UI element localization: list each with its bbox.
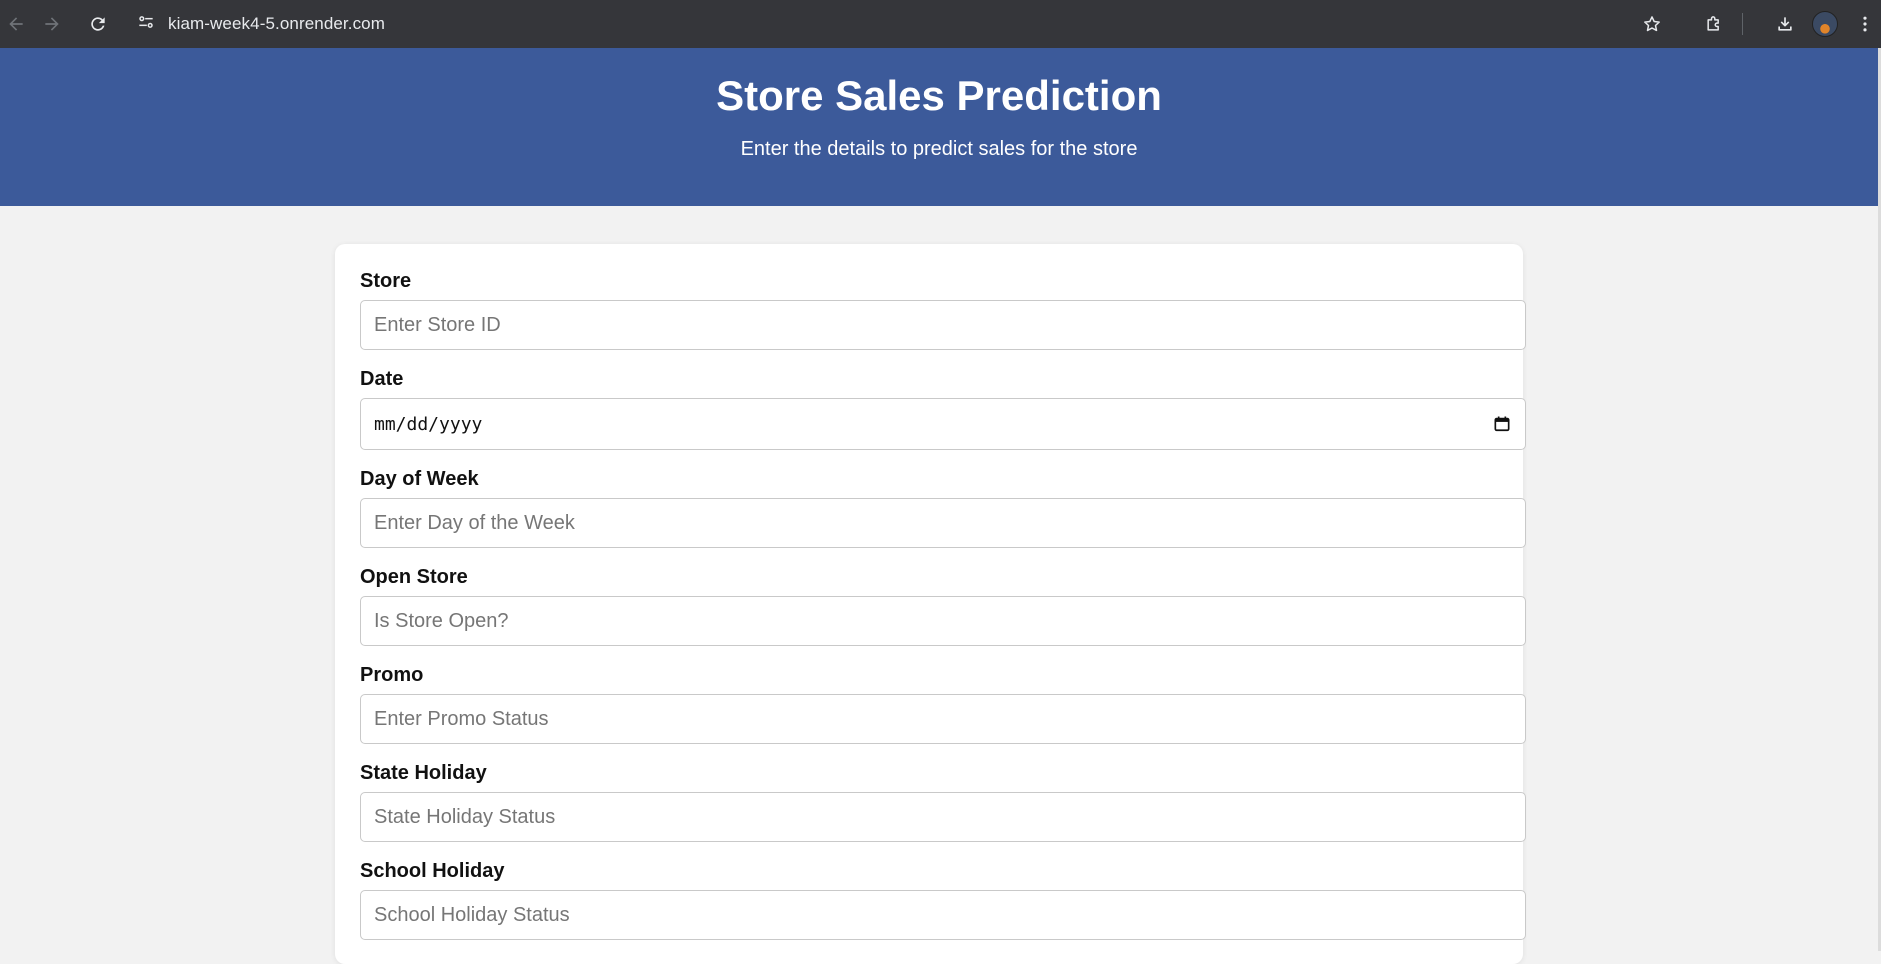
tune-icon[interactable] [136, 12, 156, 37]
back-button[interactable] [0, 8, 32, 40]
day-of-week-label: Day of Week [360, 468, 479, 490]
arrow-left-icon [9, 17, 23, 31]
promo-field: Promo [360, 662, 1526, 744]
date-label: Date [360, 368, 404, 390]
more-vert-icon [1863, 16, 1867, 32]
open-store-field: Open Store [360, 564, 1526, 646]
date-field: Date mm/dd/yyyy [360, 366, 1526, 450]
day-of-week-field: Day of Week [360, 466, 1526, 548]
downloads-button[interactable] [1769, 8, 1801, 40]
star-icon [1644, 16, 1660, 32]
extensions-icon [1707, 16, 1719, 31]
store-input[interactable] [360, 300, 1526, 350]
toolbar-divider [1742, 13, 1743, 35]
extensions-button[interactable] [1698, 8, 1730, 40]
open-store-label: Open Store [360, 566, 468, 588]
forward-button[interactable] [36, 8, 68, 40]
school-holiday-field: School Holiday [360, 858, 1526, 940]
reload-icon [91, 17, 105, 31]
prediction-form-card: Store Date mm/dd/yyyy Day of Week Open S… [335, 244, 1526, 964]
date-input[interactable]: mm/dd/yyyy [360, 398, 1526, 450]
reload-button[interactable] [82, 8, 114, 40]
school-holiday-input[interactable] [360, 890, 1526, 940]
store-label: Store [360, 270, 412, 292]
open-store-input[interactable] [360, 596, 1526, 646]
state-holiday-label: State Holiday [360, 762, 487, 784]
url-text[interactable]: kiam-week4-5.onrender.com [168, 14, 385, 34]
browser-toolbar: kiam-week4-5.onrender.com [0, 0, 1881, 48]
day-of-week-input[interactable] [360, 498, 1526, 548]
calendar-icon[interactable] [1492, 414, 1512, 434]
browser-right-tools [1636, 8, 1881, 40]
header-banner: Store Sales Prediction Enter the details… [0, 48, 1878, 206]
store-field: Store [360, 268, 1526, 350]
promo-label: Promo [360, 664, 424, 686]
profile-button[interactable] [1809, 8, 1841, 40]
address-bar[interactable]: kiam-week4-5.onrender.com [136, 6, 385, 42]
arrow-right-icon [45, 17, 59, 31]
avatar [1812, 11, 1838, 37]
browser-menu-button[interactable] [1849, 8, 1881, 40]
page-subtitle: Enter the details to predict sales for t… [740, 138, 1138, 160]
bookmark-button[interactable] [1636, 8, 1668, 40]
state-holiday-input[interactable] [360, 792, 1526, 842]
state-holiday-field: State Holiday [360, 760, 1526, 842]
download-icon [1778, 17, 1792, 31]
school-holiday-label: School Holiday [360, 860, 505, 882]
promo-input[interactable] [360, 694, 1526, 744]
date-format-text: mm/dd/yyyy [374, 413, 483, 435]
page-title: Store Sales Prediction [716, 72, 1162, 119]
